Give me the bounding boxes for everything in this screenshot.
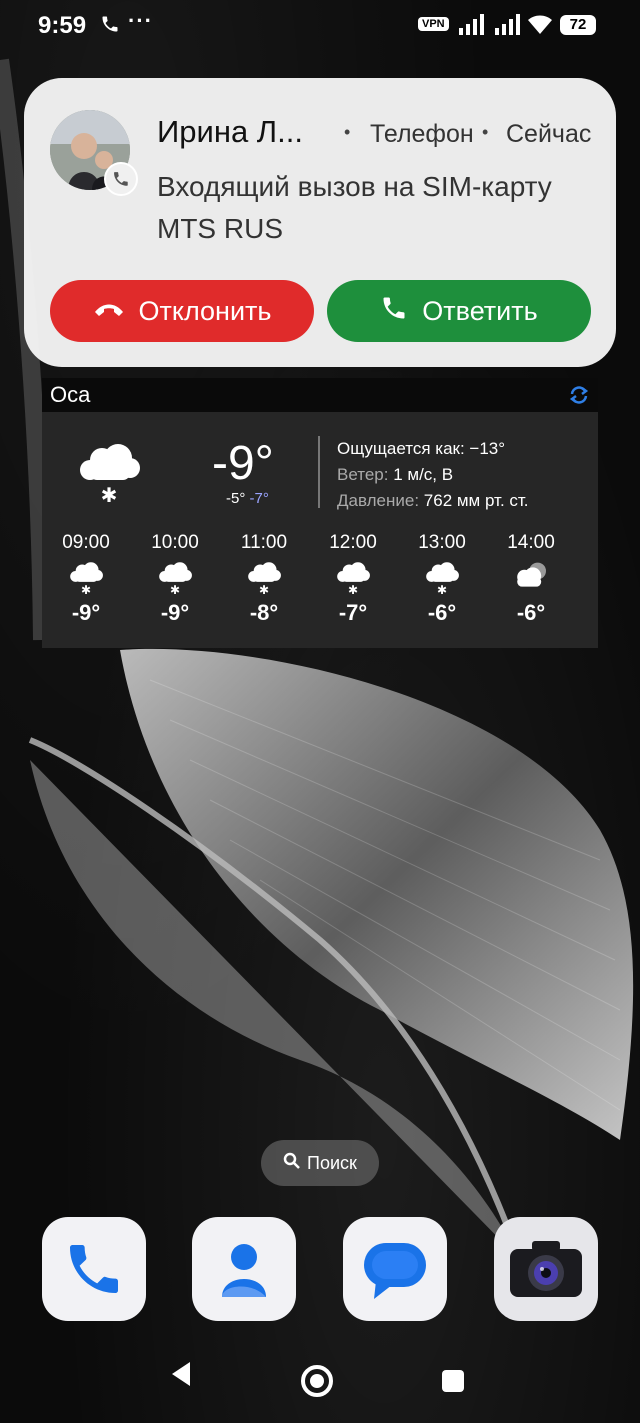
more-dots-icon: ··· bbox=[128, 8, 153, 33]
feels-like-value: −13° bbox=[469, 439, 506, 458]
hour-temp: -6° bbox=[516, 600, 546, 625]
wifi-icon bbox=[526, 14, 554, 41]
vpn-badge: VPN bbox=[418, 17, 449, 31]
contacts-app-icon[interactable] bbox=[192, 1217, 296, 1321]
recents-icon[interactable] bbox=[441, 1369, 465, 1398]
hour-time: 09:00 bbox=[62, 532, 110, 553]
search-label: Поиск bbox=[307, 1152, 357, 1173]
back-icon[interactable] bbox=[168, 1360, 194, 1393]
svg-text:✱: ✱ bbox=[348, 583, 358, 595]
home-icon[interactable] bbox=[300, 1364, 334, 1403]
hourly-item: 13:00 ✱ -6° bbox=[407, 532, 477, 626]
svg-text:✱: ✱ bbox=[259, 583, 269, 595]
temp-low: -7° bbox=[249, 490, 269, 507]
search-button[interactable]: Поиск bbox=[261, 1140, 379, 1186]
svg-text:✱: ✱ bbox=[170, 583, 180, 595]
weather-city: Оса bbox=[50, 382, 91, 407]
snow-cloud-icon: ✱ bbox=[407, 554, 477, 600]
decline-button[interactable]: Отклонить bbox=[50, 280, 314, 342]
hang-up-icon bbox=[93, 296, 125, 327]
hour-time: 13:00 bbox=[418, 532, 466, 553]
separator-dot: • bbox=[482, 122, 489, 142]
svg-text:✱: ✱ bbox=[81, 583, 91, 595]
svg-text:✱: ✱ bbox=[101, 483, 118, 504]
feels-like-label: Ощущается как: bbox=[337, 439, 465, 458]
status-time: 9:59 bbox=[38, 12, 87, 39]
hour-temp: -9° bbox=[160, 600, 190, 625]
svg-text:✱: ✱ bbox=[437, 583, 447, 595]
messages-app-icon[interactable] bbox=[343, 1217, 447, 1321]
hourly-item: 09:00 ✱ -9° bbox=[51, 532, 121, 626]
snow-cloud-icon: ✱ bbox=[140, 554, 210, 600]
refresh-icon[interactable] bbox=[568, 385, 590, 410]
caller-name: Ирина Л... bbox=[157, 114, 303, 149]
signal-icon bbox=[458, 14, 488, 41]
pressure-value: 762 мм рт. ст. bbox=[423, 491, 529, 510]
separator-dot: • bbox=[344, 122, 351, 142]
hour-time: 10:00 bbox=[151, 532, 199, 553]
snow-cloud-icon: ✱ bbox=[229, 554, 299, 600]
weather-widget[interactable]: Оса ✱ -9° -5° -7° Ощущается как: −13° Ве… bbox=[42, 378, 598, 648]
signal-icon bbox=[494, 14, 524, 41]
snow-cloud-icon: ✱ bbox=[318, 554, 388, 600]
weather-details: Ощущается как: −13° Ветер: 1 м/с, В Давл… bbox=[337, 436, 529, 514]
divider bbox=[318, 436, 320, 508]
hour-time: 14:00 bbox=[507, 532, 555, 553]
cloudy-icon bbox=[496, 554, 566, 600]
answer-label: Ответить bbox=[422, 295, 538, 326]
hour-time: 12:00 bbox=[329, 532, 377, 553]
hour-temp: -9° bbox=[71, 600, 101, 625]
phone-app-icon[interactable] bbox=[42, 1217, 146, 1321]
battery-icon: 72 bbox=[560, 15, 596, 35]
hour-temp: -8° bbox=[249, 600, 279, 625]
decline-label: Отклонить bbox=[138, 295, 272, 326]
hourly-item: 10:00 ✱ -9° bbox=[140, 532, 210, 626]
status-bar: 9:59 ··· VPN 72 bbox=[0, 0, 640, 54]
wind-value: 1 м/с, В bbox=[393, 465, 454, 484]
current-temperature: -9° bbox=[212, 437, 274, 490]
call-message: Входящий вызов на SIM-карту MTS RUS bbox=[157, 171, 552, 244]
snow-cloud-icon: ✱ bbox=[76, 438, 142, 509]
phone-badge-icon bbox=[104, 162, 138, 196]
camera-app-icon[interactable] bbox=[494, 1217, 598, 1321]
app-name: Телефон bbox=[370, 120, 474, 148]
pressure-label: Давление: bbox=[337, 491, 420, 510]
search-icon bbox=[283, 1152, 301, 1175]
notification-time: Сейчас bbox=[506, 120, 592, 148]
phone-call-icon bbox=[100, 14, 120, 39]
temp-high: -5° bbox=[226, 490, 246, 507]
snow-cloud-icon: ✱ bbox=[51, 554, 121, 600]
hour-temp: -7° bbox=[338, 600, 368, 625]
hourly-item: 14:00 -6° bbox=[496, 532, 566, 626]
hourly-item: 12:00 ✱ -7° bbox=[318, 532, 388, 626]
wind-label: Ветер: bbox=[337, 465, 389, 484]
hour-temp: -6° bbox=[427, 600, 457, 625]
temp-range: -5° -7° bbox=[226, 490, 269, 507]
hourly-item: 11:00 ✱ -8° bbox=[229, 532, 299, 626]
incoming-call-notification[interactable]: Ирина Л... • Телефон • Сейчас Входящий в… bbox=[24, 78, 616, 367]
weather-header: Оса bbox=[42, 378, 598, 412]
phone-icon bbox=[380, 294, 408, 329]
answer-button[interactable]: Ответить bbox=[327, 280, 591, 342]
hour-time: 11:00 bbox=[240, 532, 288, 553]
